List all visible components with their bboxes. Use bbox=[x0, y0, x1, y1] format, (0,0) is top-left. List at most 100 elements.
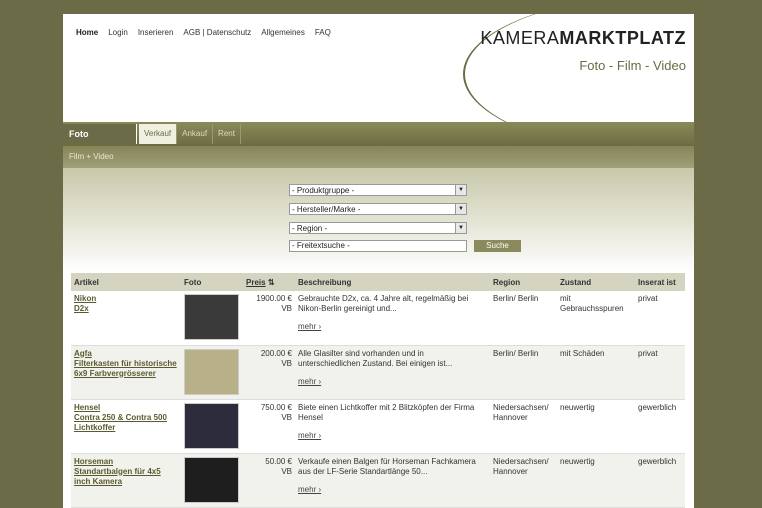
listing-price: 200.00 € bbox=[260, 348, 292, 358]
subtab-ankauf[interactable]: Ankauf bbox=[177, 124, 214, 144]
header: Home Login Inserieren AGB | Datenschutz … bbox=[63, 14, 694, 154]
table-row[interactable]: Horseman Standartbalgen für 4x5 inch Kame… bbox=[71, 453, 685, 508]
listing-description: Biete einen Lichtkoffer mit 2 Blitzköpfe… bbox=[298, 402, 475, 422]
tab-foto[interactable]: Foto bbox=[63, 124, 137, 144]
cell-preis: 200.00 € VB bbox=[243, 345, 295, 400]
hersteller-select[interactable]: - Hersteller/Marke - ▼ bbox=[289, 203, 467, 215]
cell-artikel: Hensel Contra 250 & Contra 500 Lichtkoffe… bbox=[71, 399, 181, 454]
listing-photo[interactable] bbox=[184, 456, 239, 503]
nav-login[interactable]: Login bbox=[108, 28, 128, 37]
listing-description: Alle Glasilter sind vorhanden und in unt… bbox=[298, 348, 453, 368]
tab-bar: Foto Verkauf Ankauf Rent bbox=[63, 122, 694, 146]
cell-foto bbox=[181, 453, 243, 508]
mehr-link[interactable]: mehr › bbox=[298, 485, 487, 495]
table-row[interactable]: Nikon D2x 1900.00 € VB Gebrauchte D2x, ca.… bbox=[71, 291, 685, 346]
cell-inserat: privat bbox=[635, 345, 685, 400]
sort-icon[interactable]: ⇅ bbox=[268, 278, 275, 287]
dropdown-arrow-icon: ▼ bbox=[455, 204, 466, 214]
listing-description: Verkaufe einen Balgen für Horseman Fachk… bbox=[298, 456, 476, 476]
cell-foto bbox=[181, 291, 243, 346]
col-beschreibung: Beschreibung bbox=[295, 273, 490, 291]
category-bar[interactable]: Film + Video bbox=[63, 146, 694, 168]
listing-description: Gebrauchte D2x, ca. 4 Jahre alt, regelmä… bbox=[298, 294, 469, 313]
listing-price: 50.00 € bbox=[265, 456, 292, 466]
cell-foto bbox=[181, 399, 243, 454]
listing-price: 1900.00 € bbox=[256, 294, 292, 303]
cell-zustand: neuwertig bbox=[557, 453, 635, 508]
cell-preis: 50.00 € VB bbox=[243, 453, 295, 508]
cell-artikel: Nikon D2x bbox=[71, 291, 181, 346]
dropdown-arrow-icon: ▼ bbox=[455, 223, 466, 233]
preis-sort-link[interactable]: Preis bbox=[246, 278, 266, 287]
listing-vb: VB bbox=[281, 412, 292, 422]
listing-vb: VB bbox=[281, 358, 292, 368]
subtab-rent[interactable]: Rent bbox=[213, 124, 241, 144]
page: Home Login Inserieren AGB | Datenschutz … bbox=[63, 14, 694, 508]
dropdown-arrow-icon: ▼ bbox=[455, 185, 466, 195]
site-logo[interactable]: KAMERAMARKTPLATZ bbox=[480, 28, 686, 49]
search-button[interactable]: Suche bbox=[474, 240, 521, 252]
listing-vb: VB bbox=[281, 466, 292, 476]
hersteller-value: - Hersteller/Marke - bbox=[292, 205, 361, 214]
tagline: Foto - Film - Video bbox=[579, 58, 686, 73]
cell-beschreibung: Gebrauchte D2x, ca. 4 Jahre alt, regelmä… bbox=[295, 291, 490, 346]
col-region: Region bbox=[490, 273, 557, 291]
cell-beschreibung: Verkaufe einen Balgen für Horseman Fachk… bbox=[295, 453, 490, 508]
top-nav: Home Login Inserieren AGB | Datenschutz … bbox=[76, 28, 331, 37]
cell-region: Berlin/ Berlin bbox=[490, 291, 557, 346]
col-inserat: Inserat ist bbox=[635, 273, 685, 291]
cell-beschreibung: Biete einen Lichtkoffer mit 2 Blitzköpfe… bbox=[295, 399, 490, 454]
listing-photo[interactable] bbox=[184, 294, 239, 340]
listing-model: D2x bbox=[74, 304, 89, 313]
nav-faq[interactable]: FAQ bbox=[315, 28, 331, 37]
region-value: - Region - bbox=[292, 224, 328, 233]
listing-title-link[interactable]: Hensel Contra 250 & Contra 500 Lichtkoffe… bbox=[74, 403, 167, 432]
cell-zustand: mit Gebrauchsspuren bbox=[557, 291, 635, 346]
cell-inserat: privat bbox=[635, 291, 685, 346]
nav-allgemeines[interactable]: Allgemeines bbox=[261, 28, 305, 37]
cell-artikel: Horseman Standartbalgen für 4x5 inch Kame… bbox=[71, 453, 181, 508]
listing-table: Artikel Foto Preis ⇅ Beschreibung Region… bbox=[71, 273, 685, 508]
mehr-link[interactable]: mehr › bbox=[298, 377, 487, 387]
cell-zustand: mit Schäden bbox=[557, 345, 635, 400]
col-artikel: Artikel bbox=[71, 273, 181, 291]
table-row[interactable]: Agfa Filterkasten für historische 6x9 Far… bbox=[71, 345, 685, 400]
mehr-link[interactable]: mehr › bbox=[298, 322, 487, 332]
cell-inserat: gewerblich bbox=[635, 399, 685, 454]
listing-vb: VB bbox=[281, 304, 292, 313]
cell-beschreibung: Alle Glasilter sind vorhanden und in unt… bbox=[295, 345, 490, 400]
search-panel: - Produktgruppe - ▼ - Hersteller/Marke - ▼… bbox=[63, 168, 694, 273]
listing-title-link[interactable]: Horseman Standartbalgen für 4x5 inch Kame… bbox=[74, 457, 161, 486]
col-zustand: Zustand bbox=[557, 273, 635, 291]
produktgruppe-select[interactable]: - Produktgruppe - ▼ bbox=[289, 184, 467, 196]
listing-title-link[interactable]: Nikon D2x bbox=[74, 294, 96, 313]
cell-inserat: gewerblich bbox=[635, 453, 685, 508]
col-preis[interactable]: Preis ⇅ bbox=[243, 273, 295, 291]
listing-model: Contra 250 & Contra 500 Lichtkoffer bbox=[74, 412, 167, 432]
nav-agb[interactable]: AGB | Datenschutz bbox=[183, 28, 251, 37]
logo-text-a: KAMERA bbox=[480, 28, 560, 48]
table-row[interactable]: Hensel Contra 250 & Contra 500 Lichtkoffe… bbox=[71, 399, 685, 454]
logo-text-b: MARKTPLATZ bbox=[559, 28, 686, 48]
cell-region: Niedersachsen/ Hannover bbox=[490, 453, 557, 508]
nav-home[interactable]: Home bbox=[76, 28, 98, 37]
mehr-link[interactable]: mehr › bbox=[298, 431, 487, 441]
cell-preis: 1900.00 € VB bbox=[243, 291, 295, 346]
listing-brand: Agfa bbox=[74, 348, 92, 358]
nav-inserieren[interactable]: Inserieren bbox=[138, 28, 174, 37]
listing-model: Standartbalgen für 4x5 inch Kamera bbox=[74, 466, 161, 486]
cell-region: Berlin/ Berlin bbox=[490, 345, 557, 400]
produktgruppe-value: - Produktgruppe - bbox=[292, 186, 355, 195]
cell-artikel: Agfa Filterkasten für historische 6x9 Far… bbox=[71, 345, 181, 400]
region-select[interactable]: - Region - ▼ bbox=[289, 222, 467, 234]
cell-region: Niedersachsen/ Hannover bbox=[490, 399, 557, 454]
listing-brand: Horseman bbox=[74, 456, 114, 466]
listing-title-link[interactable]: Agfa Filterkasten für historische 6x9 Far… bbox=[74, 349, 177, 378]
listing-model: Filterkasten für historische 6x9 Farbver… bbox=[74, 358, 177, 378]
listing-photo[interactable] bbox=[184, 348, 239, 395]
listing-photo[interactable] bbox=[184, 402, 239, 449]
table-header-row: Artikel Foto Preis ⇅ Beschreibung Region… bbox=[71, 273, 685, 291]
cell-zustand: neuwertig bbox=[557, 399, 635, 454]
freitext-search-input[interactable]: - Freitextsuche - bbox=[289, 240, 467, 252]
subtab-verkauf[interactable]: Verkauf bbox=[139, 124, 178, 144]
